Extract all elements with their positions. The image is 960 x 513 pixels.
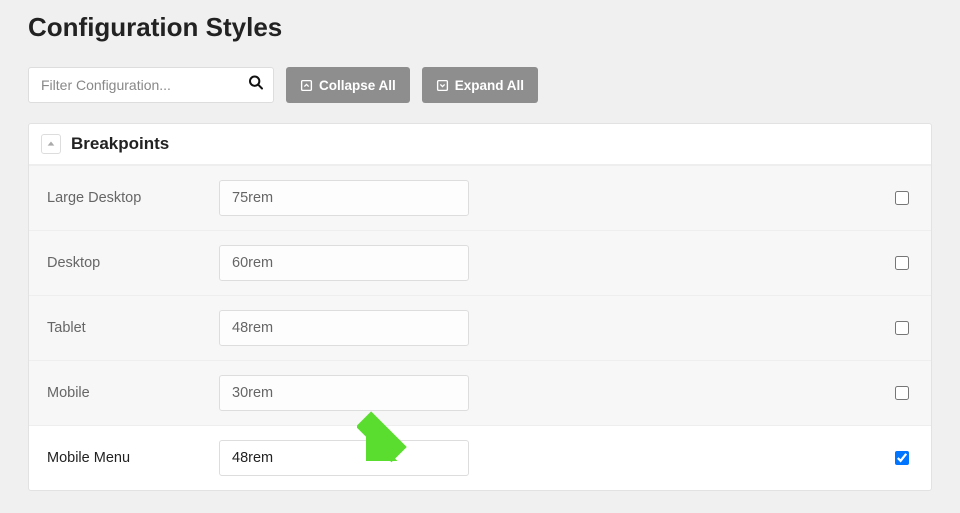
row-label: Tablet [47,320,219,336]
toolbar: Collapse All Expand All [28,67,932,103]
expand-all-button[interactable]: Expand All [422,67,538,103]
row-checkbox-desktop[interactable] [895,256,909,270]
row-checkbox-tablet[interactable] [895,321,909,335]
collapse-icon [300,79,313,92]
search-wrap [28,67,274,103]
panel-header: Breakpoints [29,124,931,165]
expand-icon [436,79,449,92]
panel-collapse-toggle[interactable] [41,134,61,154]
breakpoints-panel: Breakpoints Large Desktop Desktop Tablet… [28,123,932,491]
row-desktop: Desktop [29,230,931,295]
page-title: Configuration Styles [28,12,932,43]
row-label: Mobile [47,385,219,401]
row-input-mobile-menu[interactable] [219,440,469,476]
row-input-large-desktop[interactable] [219,180,469,216]
row-large-desktop: Large Desktop [29,165,931,230]
row-mobile-menu: Mobile Menu [29,425,931,490]
row-tablet: Tablet [29,295,931,360]
row-input-mobile[interactable] [219,375,469,411]
row-checkbox-mobile-menu[interactable] [895,451,909,465]
search-icon[interactable] [248,75,264,96]
collapse-all-button[interactable]: Collapse All [286,67,410,103]
panel-title: Breakpoints [71,134,169,154]
row-label: Large Desktop [47,190,219,206]
row-label: Desktop [47,255,219,271]
search-input[interactable] [28,67,274,103]
row-checkbox-mobile[interactable] [895,386,909,400]
row-mobile: Mobile [29,360,931,425]
row-label: Mobile Menu [47,450,219,466]
row-input-tablet[interactable] [219,310,469,346]
row-checkbox-large-desktop[interactable] [895,191,909,205]
collapse-label: Collapse All [319,78,396,93]
expand-label: Expand All [455,78,524,93]
panel-rows: Large Desktop Desktop Tablet Mobile [29,165,931,490]
row-input-desktop[interactable] [219,245,469,281]
